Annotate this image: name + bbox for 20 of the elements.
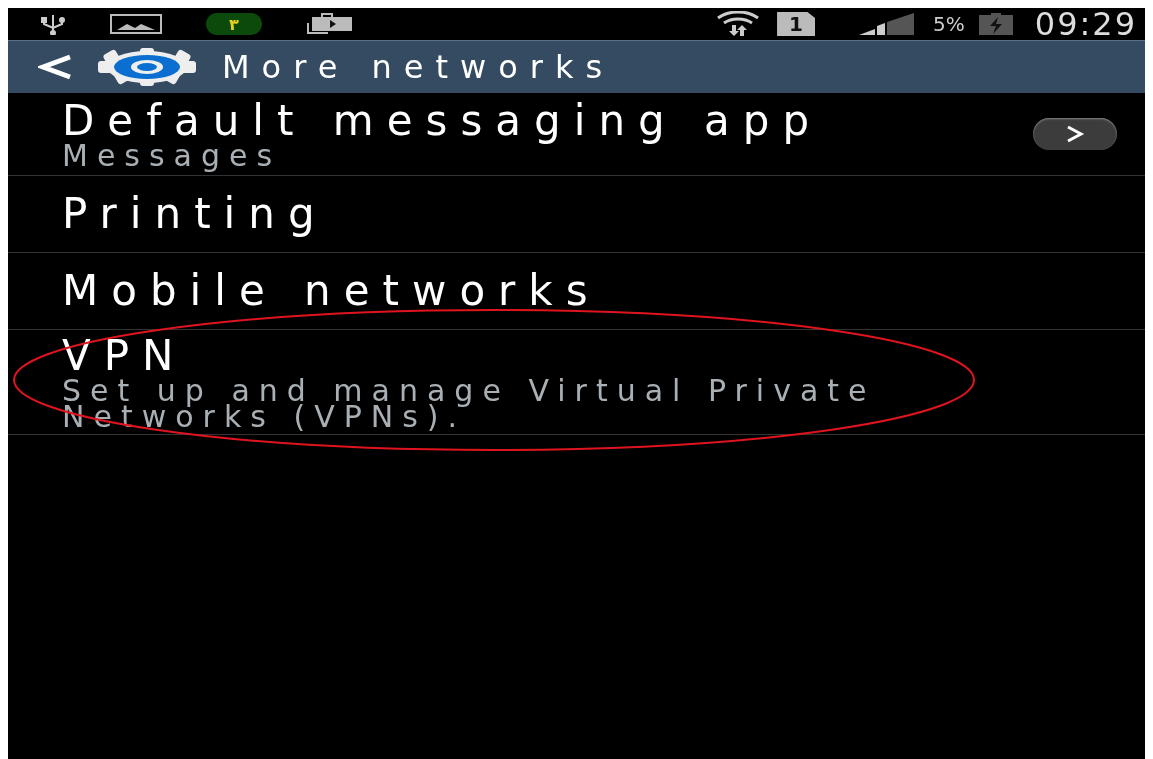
back-button[interactable] bbox=[38, 48, 198, 86]
usb-icon bbox=[40, 13, 66, 35]
clock: 09:29 bbox=[1034, 5, 1137, 43]
battery-charging-icon bbox=[978, 13, 1013, 35]
item-title: Printing bbox=[62, 192, 329, 236]
sim-icon: 1 bbox=[777, 12, 816, 36]
notification-badge: ۳ bbox=[206, 13, 262, 35]
picture-icon bbox=[110, 14, 162, 34]
item-title: Default messaging app bbox=[62, 99, 824, 143]
settings-icon bbox=[96, 48, 198, 86]
item-title: Mobile networks bbox=[62, 269, 602, 313]
battery-percent: 5% bbox=[933, 12, 965, 36]
settings-item[interactable]: Printing bbox=[8, 176, 1145, 252]
briefcase-icon bbox=[306, 13, 354, 35]
signal-icon bbox=[859, 13, 916, 35]
settings-item[interactable]: Mobile networks bbox=[8, 253, 1145, 329]
back-icon bbox=[38, 54, 72, 80]
item-title: VPN bbox=[62, 334, 188, 378]
settings-item[interactable]: Default messaging app Messages bbox=[8, 93, 1145, 175]
screen-title: More networks bbox=[222, 48, 615, 86]
